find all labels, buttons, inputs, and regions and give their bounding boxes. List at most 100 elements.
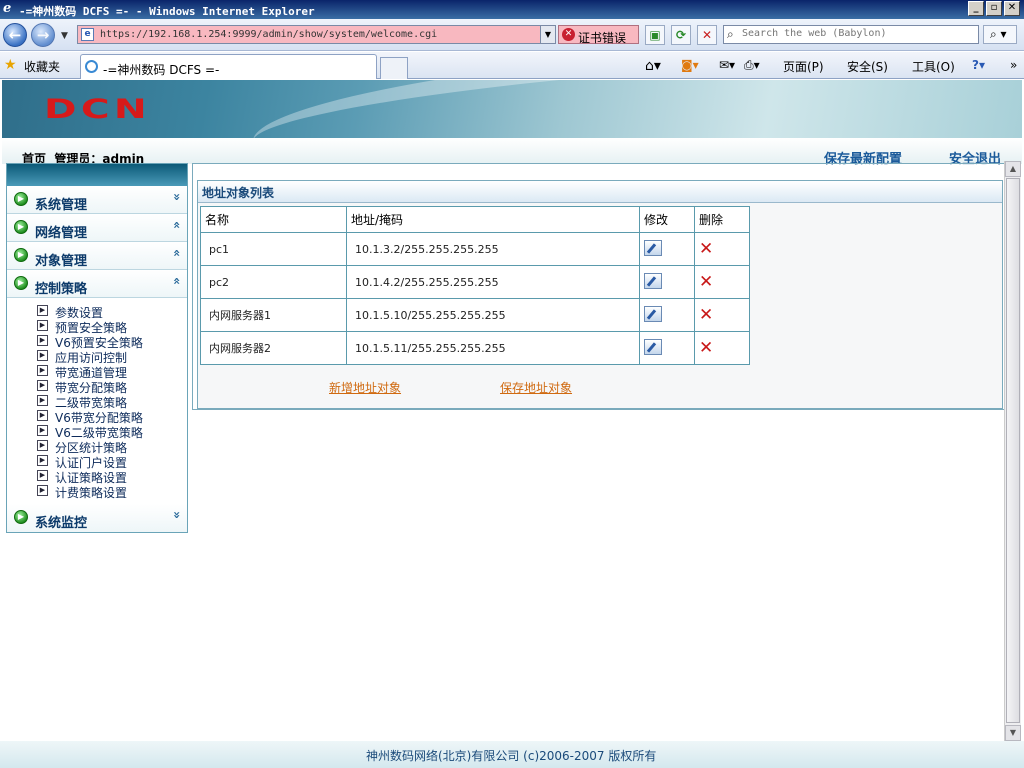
row-name: 内网服务器1 [200,298,347,332]
arrow-box-icon: ▶ [37,425,48,436]
tab-ie-icon [85,60,98,73]
arrow-circle-icon: ▶ [14,510,28,524]
section-label: 网络管理 [35,226,88,241]
column-header-address: 地址/掩码 [346,206,640,233]
arrow-circle-icon: ▶ [14,276,28,290]
home-icon[interactable]: ⌂▾ [645,58,661,74]
table-header-row: 名称 地址/掩码 修改 删除 [200,206,750,233]
feeds-icon[interactable]: ◙▾ [681,58,699,72]
chevron-down-icon: » [170,193,185,201]
row-address: 10.1.5.11/255.255.255.255 [346,331,640,365]
chevron-up-icon: « [170,221,185,229]
sidebar-section-objects[interactable]: ▶ 对象管理 « [7,242,187,270]
close-button[interactable]: ✕ [1004,1,1020,16]
vertical-scrollbar[interactable]: ▲ ▼ [1004,161,1021,741]
edit-icon[interactable] [644,272,662,289]
arrow-box-icon: ▶ [37,350,48,361]
banner: DCN [2,80,1022,138]
table-row: pc1 10.1.3.2/255.255.255.255 ✕ [200,232,750,266]
sidebar-section-system[interactable]: ▶ 系统管理 » [7,186,187,214]
favorites-label[interactable]: 收藏夹 [24,58,60,75]
maximize-button[interactable]: ▫ [986,1,1002,16]
chevron-down-icon: » [170,511,185,519]
forward-button[interactable]: → [31,23,55,47]
arrow-box-icon: ▶ [37,410,48,421]
delete-icon[interactable]: ✕ [699,241,713,258]
delete-icon[interactable]: ✕ [699,307,713,324]
section-label: 系统监控 [35,516,88,531]
arrow-box-icon: ▶ [37,380,48,391]
scroll-thumb[interactable] [1006,178,1020,723]
add-address-object-link[interactable]: 新增地址对象 [329,379,401,396]
arrow-box-icon: ▶ [37,485,48,496]
search-input[interactable] [742,28,972,39]
table-row: pc2 10.1.4.2/255.255.255.255 ✕ [200,265,750,299]
arrow-box-icon: ▶ [37,335,48,346]
mail-icon[interactable]: ✉▾ [719,58,735,72]
arrow-circle-icon: ▶ [14,248,28,262]
chevron-more-icon[interactable]: » [1010,58,1017,72]
page-menu[interactable]: 页面(P) [783,58,824,75]
page-content: DCN 首页 管理员：admin 保存最新配置 安全退出 ▶ 系统管理 » ▶ … [2,80,1022,768]
history-dropdown-icon[interactable]: ▼ [61,31,68,41]
search-icon: ⌕ [727,27,734,41]
column-header-delete: 删除 [694,206,750,233]
save-address-object-link[interactable]: 保存地址对象 [500,379,572,396]
edit-icon[interactable] [644,239,662,256]
column-header-edit: 修改 [639,206,695,233]
sidebar-section-network[interactable]: ▶ 网络管理 « [7,214,187,242]
chevron-up-icon: « [170,249,185,257]
print-icon[interactable]: ⎙▾ [744,58,760,73]
row-address: 10.1.4.2/255.255.255.255 [346,265,640,299]
stop-icon[interactable]: ✕ [697,25,717,45]
certificate-error-button[interactable]: ✕ 证书错误 [558,25,639,45]
arrow-box-icon: ▶ [37,365,48,376]
search-box[interactable]: ⌕ [723,25,979,44]
compatibility-icon[interactable]: ▣ [645,25,665,45]
tools-menu[interactable]: 工具(O) [912,58,955,75]
chevron-up-icon: « [170,277,185,285]
footer: 神州数码网络(北京)有限公司 (c)2006-2007 版权所有 [0,741,1024,768]
tab-active[interactable]: -=神州数码 DCFS =- [80,54,377,79]
arrow-circle-icon: ▶ [14,220,28,234]
arrow-box-icon: ▶ [37,470,48,481]
row-name: pc1 [200,232,347,266]
page-icon: e [81,28,94,41]
sidebar-section-policy[interactable]: ▶ 控制策略 « [7,270,187,298]
column-header-name: 名称 [200,206,347,233]
row-address: 10.1.3.2/255.255.255.255 [346,232,640,266]
safety-menu[interactable]: 安全(S) [847,58,888,75]
arrow-circle-icon: ▶ [14,192,28,206]
address-table: 名称 地址/掩码 修改 删除 pc1 10.1.3.2/255.255.255.… [200,206,750,365]
certificate-error-label: 证书错误 [578,31,627,45]
url-input[interactable]: e https://192.168.1.254:9999/admin/show/… [77,25,556,44]
minimize-button[interactable]: _ [968,1,984,16]
copyright-text: 神州数码网络(北京)有限公司 (c)2006-2007 版权所有 [366,749,657,763]
favorites-star-icon[interactable]: ★ [4,57,17,73]
delete-icon[interactable]: ✕ [699,340,713,357]
section-label: 对象管理 [35,254,88,269]
url-text: https://192.168.1.254:9999/admin/show/sy… [100,29,438,40]
sidebar: ▶ 系统管理 » ▶ 网络管理 « ▶ 对象管理 « ▶ 控制策略 « ▶ 参数设… [6,163,188,533]
scroll-up-icon[interactable]: ▲ [1005,161,1021,177]
scroll-down-icon[interactable]: ▼ [1005,725,1021,741]
item-label: 计费策略设置 [55,486,128,500]
new-tab-button[interactable] [380,57,408,79]
edit-icon[interactable] [644,305,662,322]
url-dropdown-icon[interactable]: ▼ [540,26,555,43]
delete-icon[interactable]: ✕ [699,274,713,291]
sidebar-header [7,164,187,186]
refresh-icon[interactable]: ⟳ [671,25,691,45]
section-label: 系统管理 [35,198,88,213]
table-row: 内网服务器1 10.1.5.10/255.255.255.255 ✕ [200,298,750,332]
arrow-box-icon: ▶ [37,395,48,406]
section-label: 控制策略 [35,282,88,297]
row-name: pc2 [200,265,347,299]
search-go-button[interactable]: ⌕ ▾ [983,25,1017,44]
back-button[interactable]: ← [3,23,27,47]
arrow-box-icon: ▶ [37,320,48,331]
table-row: 内网服务器2 10.1.5.11/255.255.255.255 ✕ [200,331,750,365]
help-icon[interactable]: ?▾ [972,58,985,72]
sidebar-section-monitor[interactable]: ▶ 系统监控 » [7,504,187,532]
edit-icon[interactable] [644,338,662,355]
